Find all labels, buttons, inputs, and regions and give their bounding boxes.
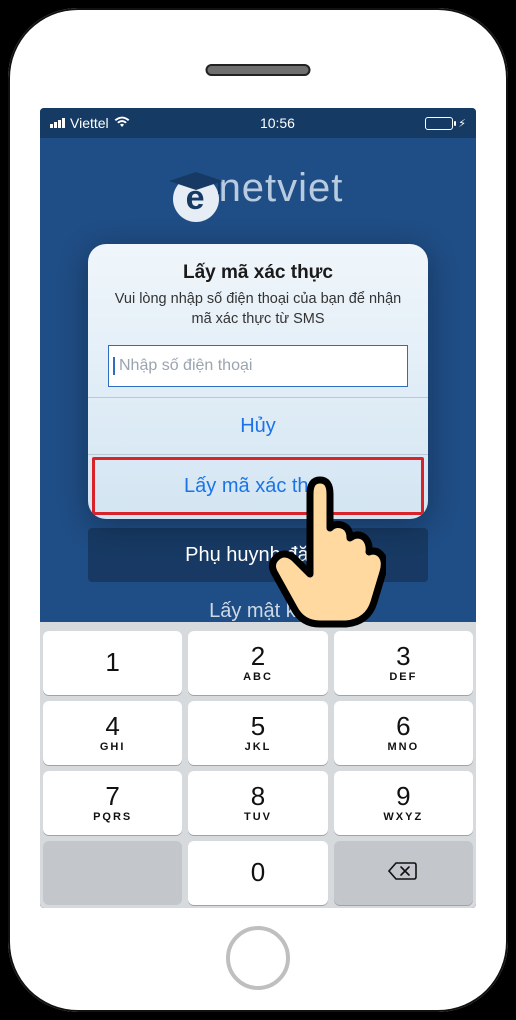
carrier-label: Viettel	[70, 115, 109, 131]
key-9[interactable]: 9WXYZ	[334, 771, 473, 835]
graduation-cap-icon	[169, 172, 223, 194]
phone-input[interactable]: Nhập số điện thoại	[108, 345, 408, 387]
clock: 10:56	[260, 115, 295, 131]
phone-placeholder: Nhập số điện thoại	[119, 357, 252, 374]
key-6[interactable]: 6MNO	[334, 701, 473, 765]
phone-speaker	[206, 64, 311, 76]
cancel-button[interactable]: Hủy	[88, 398, 428, 454]
key-2[interactable]: 2ABC	[188, 631, 327, 695]
modal-title: Lấy mã xác thực	[88, 262, 428, 284]
key-3[interactable]: 3DEF	[334, 631, 473, 695]
screen: Viettel 10:56 ⚡︎ e netviet	[40, 108, 476, 908]
key-backspace[interactable]	[334, 841, 473, 905]
key-4[interactable]: 4GHI	[43, 701, 182, 765]
pointer-hand-icon	[266, 474, 386, 628]
key-8[interactable]: 8TUV	[188, 771, 327, 835]
logo-badge: e	[173, 176, 219, 222]
key-1[interactable]: 1	[43, 631, 182, 695]
key-7[interactable]: 7PQRS	[43, 771, 182, 835]
wifi-icon	[114, 115, 130, 131]
phone-frame: Viettel 10:56 ⚡︎ e netviet	[8, 8, 508, 1012]
status-bar: Viettel 10:56 ⚡︎	[40, 108, 476, 138]
key-5[interactable]: 5JKL	[188, 701, 327, 765]
charging-icon: ⚡︎	[458, 117, 466, 130]
backspace-icon	[388, 861, 418, 886]
modal-message: Vui lòng nhập số điện thoại của bạn để n…	[88, 290, 428, 329]
key-blank	[43, 841, 182, 905]
battery-icon	[425, 117, 453, 130]
app-logo: e netviet	[40, 166, 476, 222]
home-button[interactable]	[226, 926, 290, 990]
signal-icon	[50, 118, 65, 128]
numeric-keypad: 1 2ABC 3DEF 4GHI 5JKL 6MNO 7PQRS 8TUV 9W…	[40, 622, 476, 908]
key-0[interactable]: 0	[188, 841, 327, 905]
